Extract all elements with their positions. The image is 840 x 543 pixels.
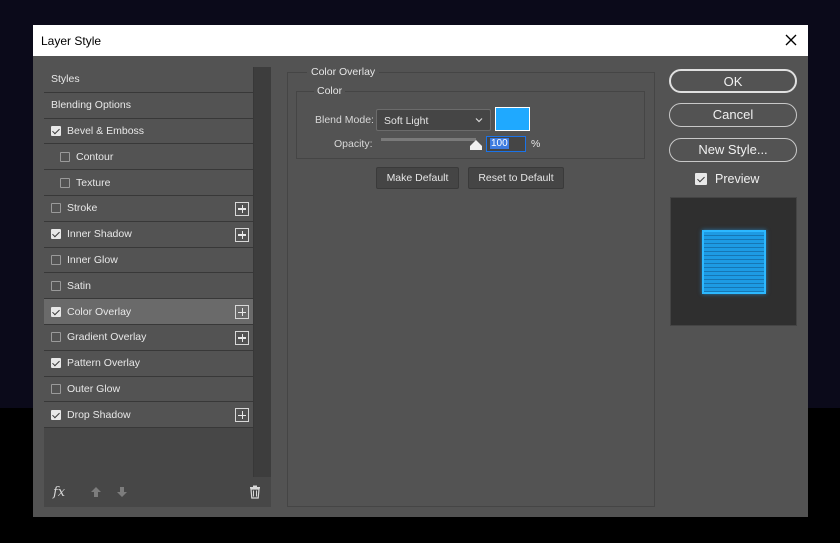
style-item-label: Stroke	[67, 202, 98, 215]
style-checkbox[interactable]	[60, 177, 70, 188]
add-effect-plus-icon[interactable]	[235, 227, 249, 242]
style-item-label: Blending Options	[51, 99, 131, 112]
add-effect-plus-icon[interactable]	[235, 305, 249, 320]
style-item-label: Inner Shadow	[67, 228, 132, 241]
trash-icon[interactable]	[248, 485, 262, 499]
preview-checkbox[interactable]	[695, 173, 707, 185]
close-button[interactable]	[780, 29, 802, 51]
style-item-gradient-overlay[interactable]: Gradient Overlay	[44, 324, 253, 351]
close-icon	[785, 34, 797, 46]
style-checkbox[interactable]	[51, 125, 61, 136]
style-item-label: Texture	[76, 176, 111, 189]
style-item-blending-options[interactable]: Blending Options	[44, 92, 253, 119]
style-checkbox[interactable]	[51, 306, 61, 317]
section-title: Color Overlay	[307, 66, 380, 78]
ok-button[interactable]: OK	[669, 69, 797, 93]
style-checkbox[interactable]	[51, 254, 61, 265]
preview-toggle[interactable]: Preview	[695, 172, 759, 186]
opacity-input[interactable]: 100	[486, 136, 526, 152]
reset-to-default-button[interactable]: Reset to Default	[468, 167, 564, 189]
new-style-button[interactable]: New Style...	[669, 138, 797, 162]
styles-list-footer: fx	[44, 479, 271, 507]
style-preview-thumbnail	[670, 197, 797, 326]
styles-list-scrollbar[interactable]	[253, 67, 271, 477]
style-item-bevel-emboss[interactable]: Bevel & Emboss	[44, 118, 253, 145]
overlay-color-swatch[interactable]	[495, 107, 530, 131]
style-item-satin[interactable]: Satin	[44, 273, 253, 300]
style-checkbox[interactable]	[51, 383, 61, 394]
style-item-label: Inner Glow	[67, 253, 118, 266]
style-item-color-overlay[interactable]: Color Overlay	[44, 299, 253, 325]
style-item-styles[interactable]: Styles	[44, 67, 253, 93]
blend-mode-label: Blend Mode:	[315, 114, 374, 126]
opacity-unit: %	[531, 138, 541, 150]
style-item-outer-glow[interactable]: Outer Glow	[44, 376, 253, 403]
chevron-down-icon	[475, 118, 483, 123]
opacity-slider-thumb[interactable]	[470, 140, 482, 150]
style-checkbox[interactable]	[51, 332, 61, 343]
add-effect-plus-icon[interactable]	[235, 201, 249, 216]
style-item-label: Gradient Overlay	[67, 331, 147, 344]
style-checkbox[interactable]	[51, 229, 61, 240]
styles-list-panel: Styles Blending Options Bevel & Emboss Cont…	[44, 67, 271, 507]
dialog-title: Layer Style	[41, 34, 102, 48]
layer-style-dialog: Layer Style Styles Blending Options Bevel …	[33, 25, 808, 517]
add-effect-plus-icon[interactable]	[235, 408, 249, 423]
preview-label: Preview	[715, 172, 760, 186]
move-up-icon[interactable]	[90, 486, 102, 498]
style-checkbox[interactable]	[51, 203, 61, 214]
style-item-label: Outer Glow	[67, 382, 121, 395]
blend-mode-select[interactable]: Soft Light	[376, 109, 491, 131]
style-item-label: Drop Shadow	[67, 408, 131, 421]
style-item-label: Styles	[51, 73, 80, 86]
style-item-pattern-overlay[interactable]: Pattern Overlay	[44, 350, 253, 377]
style-item-contour[interactable]: Contour	[44, 144, 253, 171]
move-down-icon[interactable]	[116, 486, 128, 498]
style-item-drop-shadow[interactable]: Drop Shadow	[44, 402, 253, 429]
blend-mode-value: Soft Light	[384, 115, 429, 127]
cancel-button[interactable]: Cancel	[669, 103, 797, 127]
color-group-title: Color	[314, 85, 346, 97]
style-checkbox[interactable]	[60, 151, 70, 162]
style-item-label: Color Overlay	[67, 305, 132, 318]
fx-icon[interactable]: fx	[53, 485, 65, 500]
opacity-label: Opacity:	[334, 138, 373, 150]
style-item-inner-shadow[interactable]: Inner Shadow	[44, 221, 253, 248]
styles-list: Styles Blending Options Bevel & Emboss Cont…	[44, 67, 253, 429]
add-effect-plus-icon[interactable]	[235, 330, 249, 345]
style-checkbox[interactable]	[51, 358, 61, 369]
style-item-label: Bevel & Emboss	[67, 124, 145, 137]
style-item-label: Pattern Overlay	[67, 357, 140, 370]
style-item-label: Satin	[67, 279, 91, 292]
opacity-slider-track[interactable]	[381, 138, 476, 141]
style-checkbox[interactable]	[51, 280, 61, 291]
preview-square	[702, 230, 766, 294]
style-item-stroke[interactable]: Stroke	[44, 195, 253, 222]
style-item-label: Contour	[76, 150, 114, 163]
make-default-button[interactable]: Make Default	[376, 167, 459, 189]
style-checkbox[interactable]	[51, 409, 61, 420]
opacity-value: 100	[490, 138, 509, 149]
title-bar: Layer Style	[33, 25, 808, 56]
style-item-inner-glow[interactable]: Inner Glow	[44, 247, 253, 274]
style-item-texture[interactable]: Texture	[44, 170, 253, 196]
